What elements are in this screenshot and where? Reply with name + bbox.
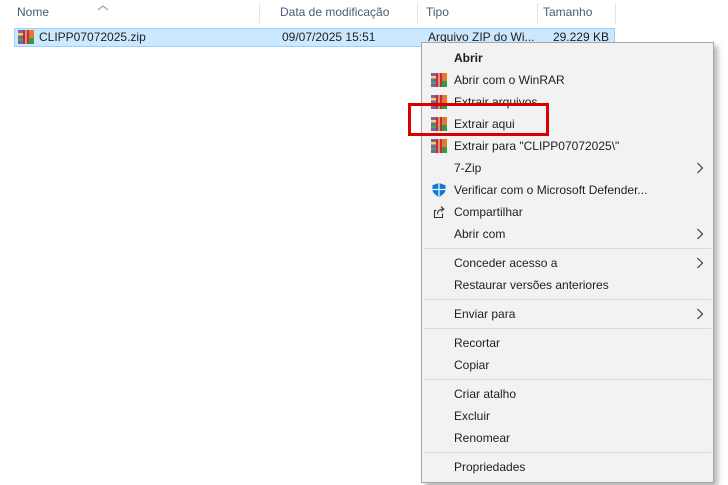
menu-item-label: Enviar para (454, 303, 515, 325)
menu-item-label: Recortar (454, 332, 500, 354)
file-modified-date: 09/07/2025 15:51 (282, 30, 375, 45)
menu-item-criar-atalho[interactable]: Criar atalho (422, 383, 713, 405)
menu-separator (424, 379, 711, 380)
submenu-arrow-icon (696, 162, 704, 177)
menu-item-restaurar-versoes[interactable]: Restaurar versões anteriores (422, 274, 713, 296)
menu-item-propriedades[interactable]: Propriedades (422, 456, 713, 478)
menu-item-label: 7-Zip (454, 157, 481, 179)
column-divider[interactable] (259, 3, 260, 23)
menu-item-label: Criar atalho (454, 383, 516, 405)
column-divider[interactable] (417, 3, 418, 23)
menu-item-label: Abrir com (454, 223, 505, 245)
column-header-tipo[interactable]: Tipo (426, 5, 449, 19)
column-divider[interactable] (537, 3, 538, 23)
file-name: CLIPP07072025.zip (39, 30, 146, 45)
menu-item-label: Propriedades (454, 456, 525, 478)
menu-item-excluir[interactable]: Excluir (422, 405, 713, 427)
menu-separator (424, 299, 711, 300)
column-divider[interactable] (615, 3, 616, 23)
menu-item-conceder-acesso[interactable]: Conceder acesso a (422, 252, 713, 274)
menu-item-recortar[interactable]: Recortar (422, 332, 713, 354)
menu-item-7zip[interactable]: 7-Zip (422, 157, 713, 179)
winrar-zip-file-icon (18, 29, 34, 45)
menu-item-abrir-com[interactable]: Abrir com (422, 223, 713, 245)
winrar-icon (431, 72, 447, 88)
microsoft-defender-icon (431, 182, 447, 198)
menu-separator (424, 452, 711, 453)
menu-item-label: Renomear (454, 427, 510, 449)
sort-ascending-icon[interactable] (97, 0, 109, 14)
menu-item-abrir[interactable]: Abrir (422, 47, 713, 69)
column-header-tamanho[interactable]: Tamanho (543, 5, 592, 19)
menu-item-verificar-defender[interactable]: Verificar com o Microsoft Defender... (422, 179, 713, 201)
menu-item-label: Restaurar versões anteriores (454, 274, 609, 296)
menu-item-label: Abrir com o WinRAR (454, 69, 565, 91)
column-header-nome[interactable]: Nome (17, 5, 49, 19)
menu-item-renomear[interactable]: Renomear (422, 427, 713, 449)
menu-item-enviar-para[interactable]: Enviar para (422, 303, 713, 325)
menu-item-label: Copiar (454, 354, 489, 376)
menu-item-label: Compartilhar (454, 201, 523, 223)
menu-item-compartilhar[interactable]: Compartilhar (422, 201, 713, 223)
menu-item-abrir-com-winrar[interactable]: Abrir com o WinRAR (422, 69, 713, 91)
winrar-icon (431, 138, 447, 154)
menu-item-label: Verificar com o Microsoft Defender... (454, 179, 647, 201)
menu-separator (424, 248, 711, 249)
menu-separator (424, 328, 711, 329)
menu-item-extrair-para[interactable]: Extrair para "CLIPP07072025\" (422, 135, 713, 157)
share-icon (431, 204, 447, 220)
menu-item-label: Conceder acesso a (454, 252, 557, 274)
menu-item-label: Extrair para "CLIPP07072025\" (454, 135, 619, 157)
menu-item-label: Abrir (454, 47, 483, 69)
submenu-arrow-icon (696, 257, 704, 272)
submenu-arrow-icon (696, 228, 704, 243)
file-list-header: Nome Data de modificação Tipo Tamanho (0, 0, 728, 26)
menu-item-copiar[interactable]: Copiar (422, 354, 713, 376)
annotation-red-box (408, 103, 549, 136)
submenu-arrow-icon (696, 308, 704, 323)
column-header-data-modificacao[interactable]: Data de modificação (280, 5, 389, 19)
menu-item-label: Excluir (454, 405, 490, 427)
